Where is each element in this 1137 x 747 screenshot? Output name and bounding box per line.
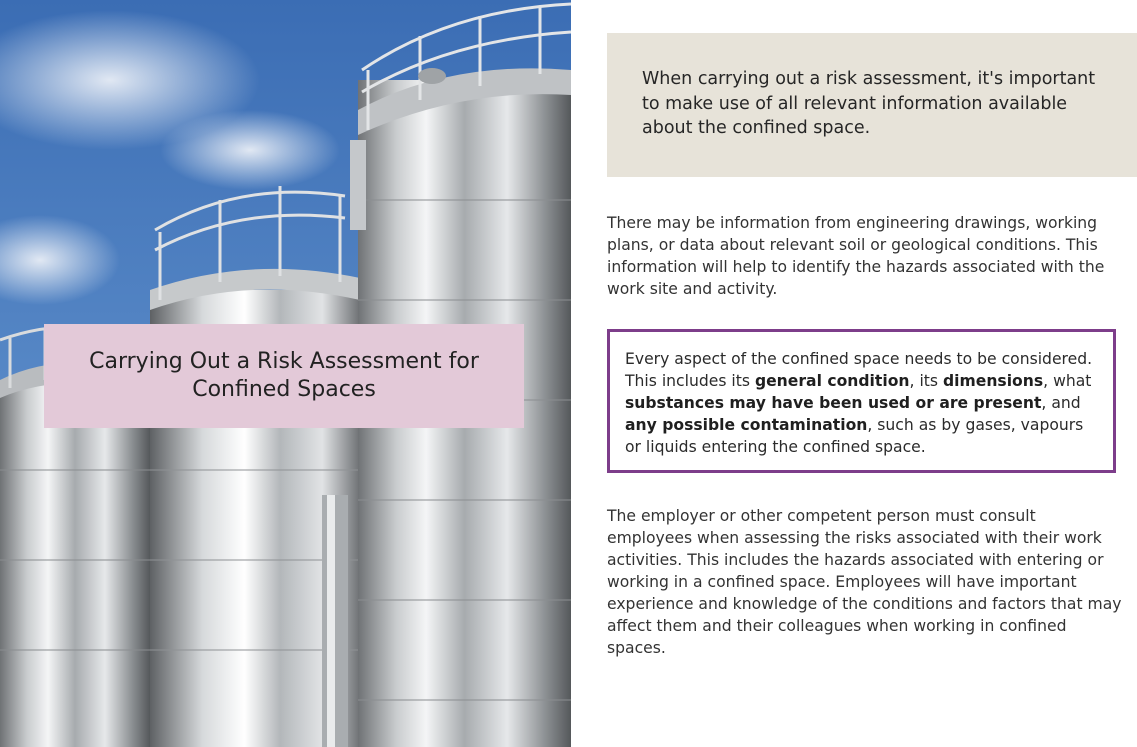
title-card: Carrying Out a Risk Assessment for Confi… [44,324,524,428]
bold-term-dimensions: dimensions [942,372,1044,390]
key-considerations-box: Every aspect of the confined space needs… [607,329,1116,473]
page-title: Carrying Out a Risk Assessment for Confi… [64,348,504,404]
text-segment: , and [1041,394,1081,412]
bold-term-general-condition: general condition [754,372,910,390]
page-title-line-2: Confined Spaces [192,377,376,402]
intro-callout: When carrying out a risk assessment, it'… [607,33,1137,177]
text-segment: , its [909,372,943,390]
bold-term-substances: substances may have been used or are pre… [625,394,1042,412]
employee-consultation-paragraph: The employer or other competent person m… [607,507,1122,657]
information-sources-paragraph: There may be information from engineerin… [607,214,1105,298]
page-title-line-1: Carrying Out a Risk Assessment for [89,349,479,374]
bold-term-contamination: any possible contamination [625,416,868,434]
key-considerations-text: Every aspect of the confined space needs… [625,348,1098,458]
text-segment: , what [1043,372,1092,390]
intro-text: When carrying out a risk assessment, it'… [642,69,1096,138]
